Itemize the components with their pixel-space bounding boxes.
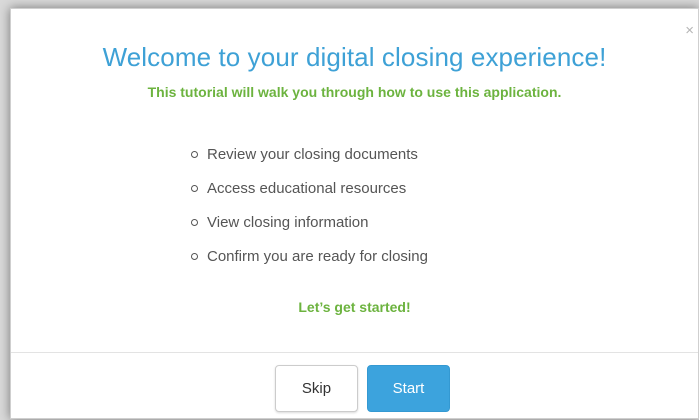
tutorial-modal: × Welcome to your digital closing experi… (10, 8, 699, 419)
list-item-label: View closing information (207, 213, 369, 231)
circle-bullet-icon (191, 185, 198, 192)
modal-title: Welcome to your digital closing experien… (102, 42, 607, 72)
close-icon[interactable]: × (685, 23, 694, 38)
list-item: Confirm you are ready for closing (191, 239, 428, 273)
list-item-label: Confirm you are ready for closing (207, 247, 428, 265)
list-item: View closing information (191, 205, 428, 239)
list-item-label: Access educational resources (207, 179, 407, 197)
modal-footer: Skip Start (11, 352, 698, 420)
feature-list: Review your closing documents Access edu… (191, 137, 428, 273)
list-item: Access educational resources (191, 171, 428, 205)
circle-bullet-icon (191, 219, 198, 226)
circle-bullet-icon (191, 151, 198, 158)
start-button[interactable]: Start (367, 365, 450, 412)
modal-subtitle: This tutorial will walk you through how … (147, 84, 562, 100)
list-item: Review your closing documents (191, 137, 428, 171)
skip-button[interactable]: Skip (275, 365, 358, 412)
list-item-label: Review your closing documents (207, 145, 418, 163)
circle-bullet-icon (191, 253, 198, 260)
call-to-action: Let’s get started! (298, 299, 411, 315)
